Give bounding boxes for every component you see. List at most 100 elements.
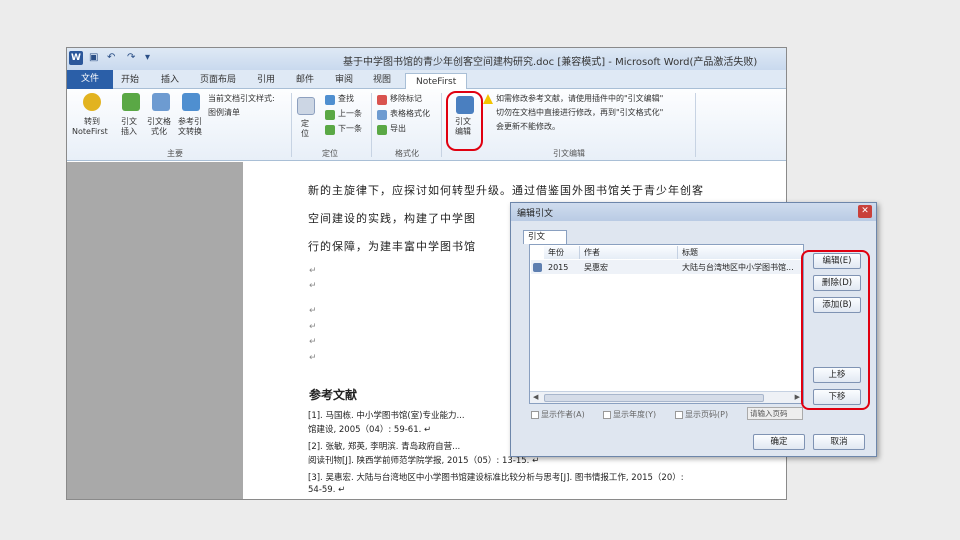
show-page-checkbox[interactable]: 显示页码(P)	[675, 409, 728, 420]
ribbon-tabs: 文件 开始 插入 页面布局 引用 邮件 审阅 视图 NoteFirst	[67, 70, 786, 89]
reference-entry: 54-59. ↵	[308, 485, 346, 495]
paragraph-mark: ↵	[309, 337, 317, 347]
reference-entry: [3]. 吴惠宏. 大陆与台湾地区中小学图书馆建设标准比较分析与思考[J]. 图…	[308, 473, 684, 483]
column-header-year[interactable]: 年份	[544, 246, 580, 259]
previous-label[interactable]: 上一条	[338, 109, 362, 119]
tab-mailings[interactable]: 邮件	[296, 72, 314, 88]
position-label-1: 定	[301, 119, 309, 128]
redo-icon[interactable]: ↷	[127, 52, 135, 63]
title-bar: W ▣ ↶ ↷ ▾ 基于中学图书馆的青少年创客空间建构研究.doc [兼容模式]…	[67, 48, 786, 70]
paragraph-mark: ↵	[309, 322, 317, 332]
clear-marks-icon[interactable]	[377, 95, 387, 105]
show-author-checkbox[interactable]: 显示作者(A)	[531, 409, 585, 420]
export-label[interactable]: 导出	[390, 124, 406, 134]
show-year-label: 显示年度(Y)	[613, 410, 657, 419]
cite-format-label-2: 式化	[151, 127, 167, 136]
cite-convert-label-1: 参考引	[178, 117, 202, 126]
find-label[interactable]: 查找	[338, 94, 354, 104]
reference-entry: 阅读刊物[J]. 陕西学前师范学院学报, 2015（05）: 13-15. ↵	[308, 456, 540, 466]
paragraph-mark: ↵	[309, 266, 317, 276]
ok-button[interactable]: 确定	[753, 434, 805, 450]
group-separator	[695, 93, 696, 157]
ribbon-panel: 转到 NoteFirst 引文 插入 引文格 式化 参考引 文转换 当前文档引文…	[67, 89, 786, 161]
group-label-main: 主要	[167, 149, 183, 158]
paragraph-mark: ↵	[309, 306, 317, 316]
find-icon[interactable]	[325, 95, 335, 105]
tab-page-layout[interactable]: 页面布局	[200, 72, 236, 88]
tab-citation[interactable]: 引文	[523, 230, 567, 244]
show-year-checkbox[interactable]: 显示年度(Y)	[603, 409, 656, 420]
tab-notefirst[interactable]: NoteFirst	[405, 73, 468, 89]
tab-file[interactable]: 文件	[67, 70, 113, 89]
reference-entry: [2]. 张敏, 郑英, 李明滨. 青岛政府自营...	[308, 442, 461, 452]
scroll-left-icon[interactable]: ◀	[533, 393, 538, 401]
document-icon	[533, 263, 542, 272]
edit-citation-dialog: 编辑引文 ✕ 引文 年份 作者 标题 2015 吴惠宏 大陆与台湾地区中小学图书…	[510, 202, 877, 457]
row-author: 吴惠宏	[584, 263, 608, 272]
highlight-ring	[801, 250, 870, 410]
column-header-title[interactable]: 标题	[678, 246, 803, 259]
word-logo-icon: W	[69, 51, 83, 65]
current-style-label: 当前文档引文样式:	[208, 94, 275, 103]
save-icon[interactable]: ▣	[89, 52, 98, 63]
body-line: 空间建设的实践，构建了中学图	[308, 212, 476, 225]
cite-format-label-1: 引文格	[147, 117, 171, 126]
cite-convert-icon[interactable]	[182, 93, 200, 111]
group-label-format: 格式化	[395, 149, 419, 158]
cite-convert-label-2: 文转换	[178, 127, 202, 136]
paragraph-mark: ↵	[309, 353, 317, 363]
next-icon[interactable]	[325, 125, 335, 135]
citation-list[interactable]: 年份 作者 标题 2015 吴惠宏 大陆与台湾地区中小学图书馆... ◀ ▶	[529, 244, 804, 404]
export-icon[interactable]	[377, 125, 387, 135]
highlight-ring	[446, 91, 483, 151]
body-line: 行的保障，为建丰富中学图书馆	[308, 240, 476, 253]
references-heading: 参考文献	[309, 388, 358, 402]
table-format-label[interactable]: 表格格式化	[390, 109, 430, 119]
close-icon[interactable]: ✕	[858, 205, 872, 218]
cancel-button[interactable]: 取消	[813, 434, 865, 450]
reference-entry: 馆建设, 2005（04）: 59-61. ↵	[308, 425, 432, 435]
tab-view[interactable]: 视图	[373, 72, 391, 88]
undo-icon[interactable]: ↶	[107, 52, 115, 63]
group-separator	[371, 93, 372, 157]
tab-references[interactable]: 引用	[257, 72, 275, 88]
position-icon[interactable]	[297, 97, 315, 115]
show-page-label: 显示页码(P)	[685, 410, 729, 419]
cite-insert-label-2: 插入	[121, 127, 137, 136]
group-separator	[291, 93, 292, 157]
dialog-title-bar: 编辑引文 ✕	[511, 203, 876, 221]
row-year: 2015	[548, 263, 569, 272]
group-separator	[441, 93, 442, 157]
position-label-2: 位	[301, 129, 309, 138]
clear-marks-label[interactable]: 移除标记	[390, 94, 422, 104]
tab-review[interactable]: 审阅	[335, 72, 353, 88]
scrollbar-thumb[interactable]	[544, 394, 764, 402]
group-label-citation-edit: 引文编辑	[553, 149, 585, 158]
previous-icon[interactable]	[325, 110, 335, 120]
horizontal-scrollbar[interactable]: ◀ ▶	[530, 391, 803, 403]
reference-entry: [1]. 马国栋. 中小学图书馆(室)专业能力...	[308, 411, 465, 421]
edit-note-line-2: 切勿在文档中直接进行修改，再到"引文格式化"	[496, 108, 664, 117]
qat-dropdown-icon[interactable]: ▾	[145, 52, 150, 63]
tab-insert[interactable]: 插入	[161, 72, 179, 88]
dialog-title: 编辑引文	[517, 209, 554, 219]
cite-insert-icon[interactable]	[122, 93, 140, 111]
tab-home[interactable]: 开始	[121, 72, 139, 88]
table-format-icon[interactable]	[377, 110, 387, 120]
edit-note-line-1: 如需修改参考文献，请使用插件中的"引文编辑"	[496, 94, 664, 103]
warning-icon	[483, 94, 493, 104]
group-label-position: 定位	[322, 149, 338, 158]
tools-label[interactable]: 图例清单	[208, 108, 240, 118]
next-label[interactable]: 下一条	[338, 124, 362, 134]
row-title: 大陆与台湾地区中小学图书馆...	[682, 263, 794, 272]
cite-insert-label-1: 引文	[121, 117, 137, 126]
scroll-right-icon[interactable]: ▶	[795, 393, 800, 401]
notefirst-label-2: NoteFirst	[72, 127, 108, 136]
notefirst-label-1: 转到	[84, 117, 100, 126]
cite-format-icon[interactable]	[152, 93, 170, 111]
window-title: 基于中学图书馆的青少年创客空间建构研究.doc [兼容模式] - Microso…	[343, 57, 758, 68]
page-number-input[interactable]: 请输入页码	[747, 407, 803, 420]
notefirst-icon[interactable]	[83, 93, 101, 111]
column-header-author[interactable]: 作者	[580, 246, 678, 259]
body-line: 新的主旋律下，应探讨如何转型升级。通过借鉴国外图书馆关于青少年创客	[308, 184, 704, 197]
